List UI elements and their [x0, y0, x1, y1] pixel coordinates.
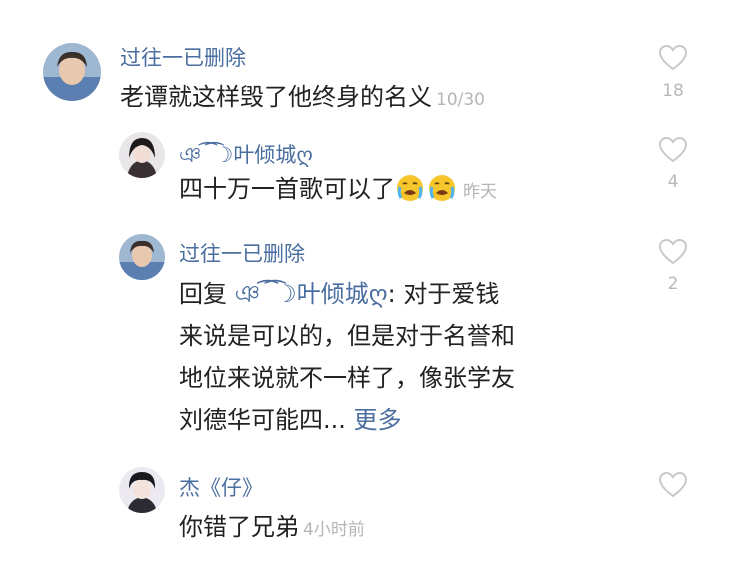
- comment-date: 昨天: [463, 182, 497, 202]
- comment-body: 你错了兄弟: [179, 513, 299, 541]
- reply-line: 来说是可以的，但是对于名誉和: [179, 322, 515, 350]
- comment-text: 你错了兄弟 4小时前: [179, 506, 365, 551]
- like-count: 18: [662, 81, 684, 101]
- like-count: 2: [667, 274, 679, 294]
- comment-text: 老谭就这样毁了他终身的名义 10/30: [120, 76, 485, 121]
- reply-line: 地位来说就不一样了，像张学友: [179, 364, 515, 392]
- comment-body: 四十万一首歌可以了: [179, 175, 395, 203]
- comment-username[interactable]: 杰《仔》: [179, 472, 263, 502]
- reply-mention[interactable]: ঞ︎ ͡ ͡☽叶倾城ღ: [235, 280, 388, 308]
- avatar[interactable]: [119, 234, 165, 280]
- like-heart-icon[interactable]: [658, 136, 688, 164]
- comment-text: 四十万一首歌可以了 昨天: [179, 168, 497, 213]
- comment-username[interactable]: 过往一已删除: [179, 238, 305, 268]
- reply-line: : 对于爱钱: [387, 280, 500, 308]
- reply-text: 回复 ঞ︎ ͡ ͡☽叶倾城ღ: 对于爱钱 来说是可以的，但是对于名誉和 地位来说…: [179, 273, 515, 441]
- crying-face-emoji: [397, 175, 423, 201]
- comment-body: 老谭就这样毁了他终身的名义: [120, 83, 432, 111]
- avatar[interactable]: [43, 43, 101, 101]
- reply-prefix: 回复: [179, 280, 227, 308]
- crying-face-emoji: [429, 175, 455, 201]
- expand-more-button[interactable]: 更多: [354, 406, 402, 434]
- like-count: 4: [667, 172, 679, 192]
- like-heart-icon[interactable]: [658, 471, 688, 499]
- comment-username[interactable]: 过往一已删除: [120, 42, 246, 72]
- reply-line: 刘德华可能四...: [179, 406, 346, 434]
- comment-date: 4小时前: [303, 520, 365, 540]
- comment-date: 10/30: [436, 90, 485, 110]
- avatar[interactable]: [119, 132, 165, 178]
- avatar[interactable]: [119, 467, 165, 513]
- like-heart-icon[interactable]: [658, 44, 688, 72]
- like-heart-icon[interactable]: [658, 238, 688, 266]
